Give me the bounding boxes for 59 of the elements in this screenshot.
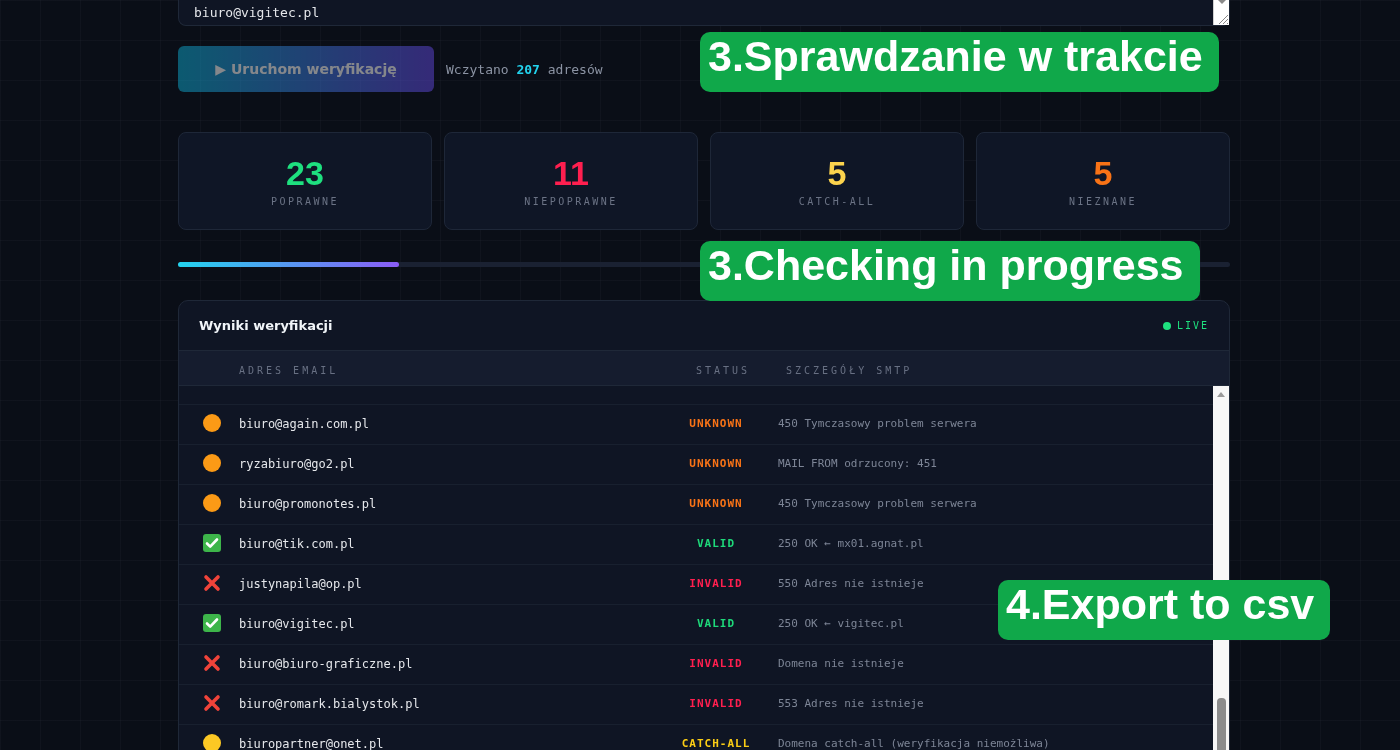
textarea-scrollbar[interactable] (1213, 0, 1229, 25)
smtp-details: 250 OK ← vigitec.pl (778, 617, 904, 630)
status-label: INVALID (689, 577, 743, 590)
column-header: ADRES EMAIL (239, 364, 339, 376)
stat-label: NIEPOPRAWNE (524, 196, 618, 208)
callout-tooltip: 3.Sprawdzanie w trakcie (700, 32, 1219, 92)
stat-value: 23 (286, 154, 324, 192)
check-icon (203, 533, 221, 552)
email-address: biuro@promonotes.pl (239, 497, 377, 511)
smtp-details: 450 Tymczasowy problem serwera (778, 417, 977, 430)
smtp-details: 550 Adres nie istnieje (778, 577, 924, 590)
stat-label: NIEZNANE (1068, 196, 1138, 208)
live-dot-icon (1162, 321, 1171, 330)
column-header: SZCZEGÓŁY SMTP (786, 364, 913, 376)
circle-icon (203, 413, 221, 432)
callout-tooltip: 3.Checking in progress (700, 241, 1200, 301)
live-label: LIVE (1176, 320, 1209, 331)
stat-value: 11 (553, 154, 589, 192)
callout-tooltip: 4.Export to csv (998, 580, 1331, 640)
cross-icon (203, 573, 221, 592)
email-address: ryzabiuro@go2.pl (239, 457, 355, 471)
scrollbar-thumb[interactable] (1216, 698, 1226, 750)
email-address: biuro@again.com.pl (239, 417, 370, 431)
smtp-details: Domena nie istnieje (778, 657, 904, 670)
column-header: STATUS (695, 364, 751, 376)
results-title: Wyniki weryfikacji (199, 318, 333, 333)
smtp-details: 250 OK ← mx01.agnat.pl (778, 537, 924, 550)
status-label: INVALID (689, 657, 743, 670)
status-label: UNKNOWN (689, 417, 743, 430)
cross-icon (203, 653, 221, 672)
status-label: INVALID (689, 697, 743, 710)
smtp-details: Domena catch-all (weryfikacja niemożliwa) (778, 737, 1050, 750)
cross-icon (203, 693, 221, 712)
stat-value: 5 (1093, 154, 1113, 192)
email-list-field[interactable]: biuro@vigitec.pl (178, 0, 1230, 26)
smtp-details: 450 Tymczasowy problem serwera (778, 497, 977, 510)
status-label: UNKNOWN (689, 497, 743, 510)
status-label: VALID (696, 537, 736, 550)
scroll-up-arrow-icon[interactable] (1217, 392, 1225, 397)
email-address: biuro@biuro-graficzne.pl (239, 657, 413, 671)
email-address: justynapila@op.pl (239, 577, 362, 591)
smtp-details: MAIL FROM odrzucony: 451 (778, 457, 937, 470)
circle-icon (203, 453, 221, 472)
stat-label: POPRAWNE (270, 196, 340, 208)
email-address: biuro@tik.com.pl (239, 537, 355, 551)
loaded-count-text: Wczytano 207 adresów (446, 61, 603, 77)
status-label: VALID (696, 617, 736, 630)
stat-value: 5 (827, 154, 847, 192)
email-address: biuropartner@onet.pl (239, 737, 384, 750)
scroll-down-arrow-icon[interactable] (1217, 0, 1226, 4)
stat-label: CATCH-ALL (798, 196, 876, 208)
circle-icon (203, 493, 221, 512)
email-address: biuro@romark.bialystok.pl (239, 697, 420, 711)
status-label: CATCH-ALL (681, 737, 751, 750)
check-icon (203, 613, 221, 632)
status-label: UNKNOWN (689, 457, 743, 470)
resize-grip-icon[interactable] (1218, 14, 1228, 24)
smtp-details: 553 Adres nie istnieje (778, 697, 924, 710)
email-address: biuro@vigitec.pl (239, 617, 355, 631)
